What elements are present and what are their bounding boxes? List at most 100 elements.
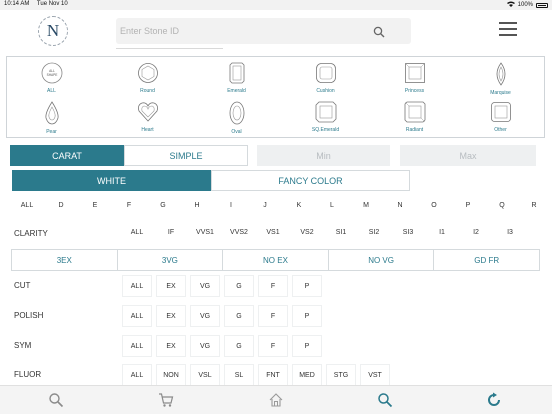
shape-marquise[interactable]: Marquise — [456, 59, 545, 99]
clarity-option[interactable]: I2 — [462, 222, 490, 244]
fluor-option[interactable]: FNT — [258, 364, 288, 386]
sym-option[interactable]: F — [258, 335, 288, 357]
home-icon[interactable] — [268, 392, 284, 408]
cut-option[interactable]: EX — [156, 275, 186, 297]
simple-tab[interactable]: SIMPLE — [124, 145, 248, 166]
preset-gd-fr-button[interactable]: GD FR — [434, 250, 539, 270]
preset-no-vg-button[interactable]: NO VG — [329, 250, 435, 270]
cart-icon[interactable] — [158, 392, 174, 408]
shape-all[interactable]: ALL SHAPE ALL — [7, 59, 96, 99]
shape-sq-emerald[interactable]: SQ.Emerald — [281, 98, 370, 138]
color-option[interactable]: H — [183, 195, 211, 217]
polish-option[interactable]: P — [292, 305, 322, 327]
clarity-option[interactable]: I1 — [428, 222, 456, 244]
polish-option[interactable]: ALL — [122, 305, 152, 327]
white-tab[interactable]: WHITE — [12, 170, 211, 191]
carat-min-input[interactable]: Min — [257, 145, 390, 166]
shape-cushion[interactable]: Cushion — [281, 59, 370, 99]
app-header: N — [0, 10, 552, 52]
fluor-option[interactable]: STG — [326, 364, 356, 386]
color-option[interactable]: D — [47, 195, 75, 217]
fluor-option[interactable]: ALL — [122, 364, 152, 386]
carat-max-input[interactable]: Max — [400, 145, 536, 166]
color-option[interactable]: G — [149, 195, 177, 217]
shape-heart[interactable]: Heart — [103, 98, 192, 138]
color-option[interactable]: P — [454, 195, 482, 217]
preset-no-ex-button[interactable]: NO EX — [223, 250, 329, 270]
color-option[interactable]: L — [318, 195, 346, 217]
color-option[interactable]: F — [115, 195, 143, 217]
preset-3vg-button[interactable]: 3VG — [118, 250, 224, 270]
menu-icon[interactable] — [499, 22, 517, 36]
clarity-option[interactable]: VVS2 — [225, 222, 253, 244]
fluor-option[interactable]: NON — [156, 364, 186, 386]
round-icon — [137, 63, 158, 83]
sym-option[interactable]: P — [292, 335, 322, 357]
color-option[interactable]: K — [285, 195, 313, 217]
sym-option[interactable]: EX — [156, 335, 186, 357]
polish-option[interactable]: F — [258, 305, 288, 327]
cut-option[interactable]: VG — [190, 275, 220, 297]
shape-pear[interactable]: Pear — [7, 98, 96, 138]
brand-logo[interactable]: N — [38, 16, 68, 46]
color-option[interactable]: O — [420, 195, 448, 217]
fancy-color-tab[interactable]: FANCY COLOR — [211, 170, 410, 191]
refresh-icon[interactable] — [486, 392, 502, 408]
search-icon[interactable] — [48, 392, 64, 408]
clarity-option[interactable]: SI3 — [394, 222, 422, 244]
color-option[interactable]: J — [251, 195, 279, 217]
fluor-option[interactable]: VSL — [190, 364, 220, 386]
clarity-option[interactable]: VVS1 — [191, 222, 219, 244]
carat-tab[interactable]: CARAT — [10, 145, 124, 166]
shape-other[interactable]: Other — [456, 98, 545, 138]
shape-label: Emerald — [227, 88, 246, 94]
status-time: 10:14 AM — [4, 1, 30, 7]
cut-option[interactable]: ALL — [122, 275, 152, 297]
clarity-option[interactable]: VS1 — [259, 222, 287, 244]
preset-3ex-button[interactable]: 3EX — [12, 250, 118, 270]
radiant-icon — [404, 101, 425, 123]
fluor-label: FLUOR — [14, 370, 42, 379]
clarity-option[interactable]: IF — [157, 222, 185, 244]
pear-icon — [44, 101, 59, 125]
shape-emerald[interactable]: Emerald — [192, 59, 281, 99]
shape-oval[interactable]: Oval — [192, 98, 281, 138]
shape-round[interactable]: Round — [103, 59, 192, 99]
sym-option[interactable]: VG — [190, 335, 220, 357]
princess-icon — [404, 63, 425, 83]
polish-option[interactable]: G — [224, 305, 254, 327]
polish-option[interactable]: VG — [190, 305, 220, 327]
search-active-icon[interactable] — [377, 392, 393, 408]
sym-option[interactable]: ALL — [122, 335, 152, 357]
shape-princess[interactable]: Princess — [370, 59, 459, 99]
clarity-option[interactable]: SI1 — [327, 222, 355, 244]
polish-option[interactable]: EX — [156, 305, 186, 327]
stone-id-input[interactable] — [120, 22, 360, 40]
color-option[interactable]: Q — [488, 195, 516, 217]
fluor-option[interactable]: VST — [360, 364, 390, 386]
shape-label: Princess — [404, 88, 425, 94]
color-option[interactable]: N — [386, 195, 414, 217]
search-icon[interactable] — [373, 25, 385, 38]
size-mode-toggle: CARAT SIMPLE — [10, 145, 248, 166]
shape-label: Oval — [231, 129, 242, 135]
color-option[interactable]: I — [217, 195, 245, 217]
fluor-option[interactable]: MED — [292, 364, 322, 386]
sym-option[interactable]: G — [224, 335, 254, 357]
color-option[interactable]: R — [522, 195, 546, 217]
cut-option[interactable]: P — [292, 275, 322, 297]
color-option[interactable]: M — [352, 195, 380, 217]
clarity-option[interactable]: VS2 — [293, 222, 321, 244]
clarity-option[interactable]: SI2 — [360, 222, 388, 244]
clarity-option[interactable]: ALL — [123, 222, 151, 244]
shape-selector: ALL SHAPE ALL Round Emerald Cushion Prin… — [6, 56, 545, 138]
color-option[interactable]: ALL — [13, 195, 41, 217]
fluor-option[interactable]: SL — [224, 364, 254, 386]
color-option[interactable]: E — [81, 195, 109, 217]
clarity-option[interactable]: I3 — [496, 222, 524, 244]
cut-option[interactable]: F — [258, 275, 288, 297]
cut-option[interactable]: G — [224, 275, 254, 297]
clarity-label: CLARITY — [14, 229, 48, 238]
shape-radiant[interactable]: Radiant — [370, 98, 459, 138]
oval-icon — [229, 101, 244, 125]
